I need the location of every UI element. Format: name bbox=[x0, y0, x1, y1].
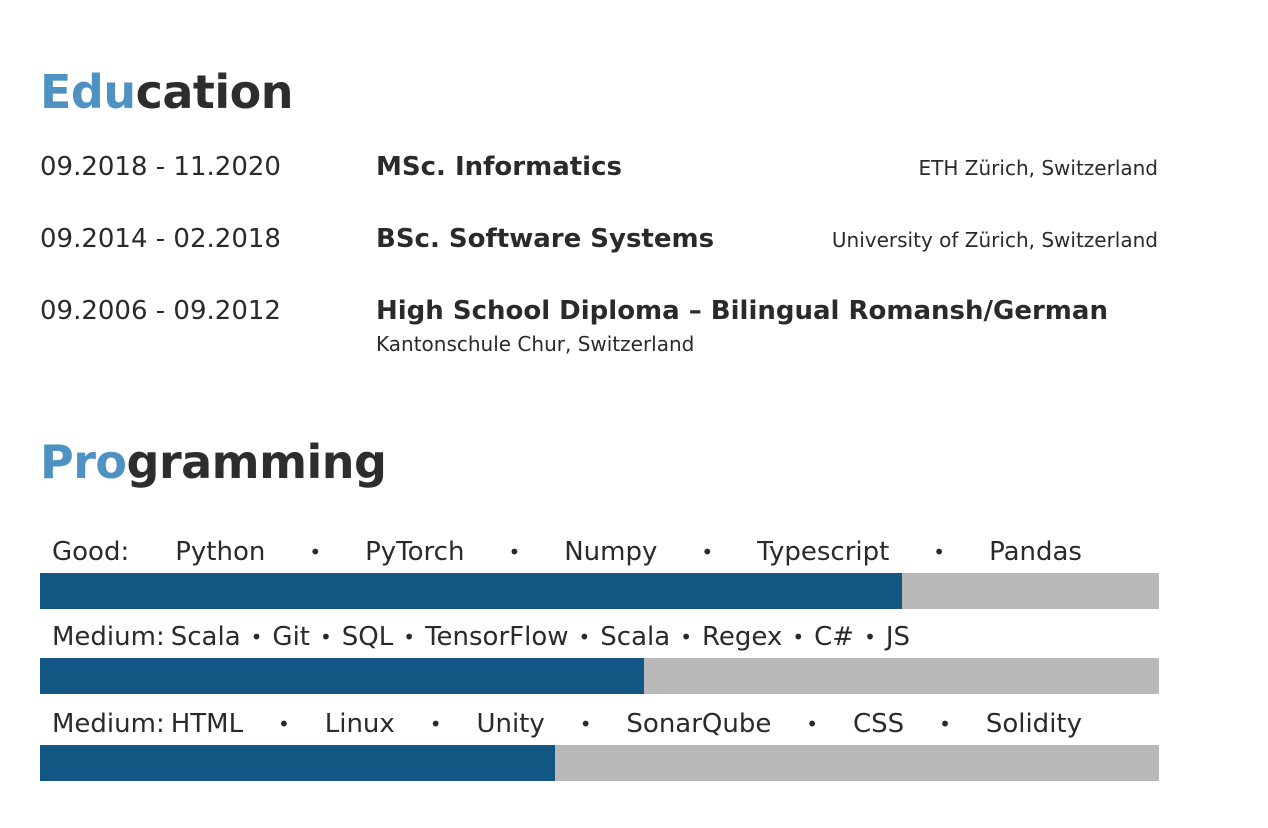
bullet-separator: • bbox=[320, 625, 332, 649]
skill-text: Medium: HTML • Linux • Unity • SonarQube • CSS • S… bbox=[52, 707, 1082, 741]
bullet-separator: • bbox=[250, 625, 263, 649]
education-heading-accent: Edu bbox=[40, 65, 136, 119]
bullet-separator: • bbox=[792, 625, 805, 649]
bullet-separator: • bbox=[864, 625, 876, 649]
skill-list: HTML • Linux • Unity • SonarQube • CSS • Solidity bbox=[171, 707, 1082, 741]
skill-item: Git bbox=[272, 622, 310, 652]
education-heading-rest: cation bbox=[135, 65, 294, 119]
programming-heading: Programming bbox=[40, 434, 387, 490]
skill-list: Scala • Git • SQL • TensorFlow • Scala • Regex • C# •… bbox=[171, 620, 1082, 654]
programming-heading-accent: Pro bbox=[40, 435, 127, 489]
skill-level-label: Medium: bbox=[52, 709, 165, 739]
skill-item: Python bbox=[175, 537, 266, 567]
education-entry: 09.2018 - 11.2020 MSc. Informatics ETH Z… bbox=[40, 150, 1158, 210]
skill-item: Numpy bbox=[564, 537, 658, 567]
education-institution: ETH Zürich, Switzerland bbox=[918, 156, 1158, 180]
skill-bar-fill bbox=[40, 745, 555, 781]
skill-bar-track bbox=[40, 658, 1159, 694]
skill-item: Linux bbox=[324, 709, 395, 739]
bullet-separator: • bbox=[579, 712, 592, 736]
skill-item: Typescript bbox=[757, 537, 890, 567]
skill-list: Python • PyTorch • Numpy • Typescript • Pandas bbox=[175, 535, 1082, 569]
skill-bar-fill bbox=[40, 573, 902, 609]
skill-item: HTML bbox=[170, 709, 244, 739]
skill-bar-track bbox=[40, 573, 1159, 609]
education-heading: Education bbox=[40, 64, 294, 120]
skill-text: Medium: Scala • Git • SQL • TensorFlow • Scala • R… bbox=[52, 620, 1082, 654]
bullet-separator: • bbox=[508, 540, 521, 564]
skill-item: TensorFlow bbox=[425, 622, 569, 652]
education-degree: BSc. Software Systems bbox=[376, 224, 715, 254]
bullet-separator: • bbox=[933, 540, 946, 564]
bullet-separator: • bbox=[701, 540, 714, 564]
bullet-separator: • bbox=[939, 712, 951, 736]
skill-item: Scala bbox=[600, 622, 671, 652]
skill-item: JS bbox=[885, 622, 911, 652]
education-school: Kantonschule Chur, Switzerland bbox=[376, 332, 695, 356]
skill-bar-fill bbox=[40, 658, 645, 694]
programming-heading-rest: gramming bbox=[126, 435, 387, 489]
skill-item: CSS bbox=[853, 709, 905, 739]
education-degree: High School Diploma – Bilingual Romansh/… bbox=[376, 296, 1108, 326]
education-dates: 09.2006 - 09.2012 bbox=[40, 296, 281, 326]
bullet-separator: • bbox=[403, 625, 416, 649]
education-degree: MSc. Informatics bbox=[376, 152, 622, 182]
bullet-separator: • bbox=[278, 712, 290, 736]
skill-level-label: Medium: bbox=[52, 622, 165, 652]
skill-item: C# bbox=[814, 622, 855, 652]
education-dates: 09.2018 - 11.2020 bbox=[40, 152, 281, 182]
education-entry: 09.2006 - 09.2012 High School Diploma – … bbox=[40, 294, 1158, 356]
bullet-separator: • bbox=[429, 712, 442, 736]
skill-item: Unity bbox=[476, 709, 545, 739]
skill-text: Good: Python • PyTorch • Numpy • Typescript • Pa… bbox=[52, 535, 1082, 569]
bullet-separator: • bbox=[680, 625, 692, 649]
education-institution: University of Zürich, Switzerland bbox=[831, 228, 1158, 252]
skill-item: Regex bbox=[701, 622, 783, 652]
skill-item: SQL bbox=[341, 622, 394, 652]
skill-bar-track bbox=[40, 745, 1159, 781]
education-dates: 09.2014 - 02.2018 bbox=[40, 224, 281, 254]
bullet-separator: • bbox=[309, 540, 322, 564]
skill-level-label: Good: bbox=[52, 537, 130, 567]
skill-item: Pandas bbox=[989, 537, 1082, 567]
education-entry: 09.2014 - 02.2018 BSc. Software Systems … bbox=[40, 222, 1158, 282]
bullet-separator: • bbox=[806, 712, 819, 736]
skill-item: PyTorch bbox=[365, 537, 465, 567]
skill-item: SonarQube bbox=[626, 709, 772, 739]
skill-item: Scala bbox=[170, 622, 241, 652]
bullet-separator: • bbox=[578, 625, 591, 649]
skill-item: Solidity bbox=[985, 709, 1082, 739]
